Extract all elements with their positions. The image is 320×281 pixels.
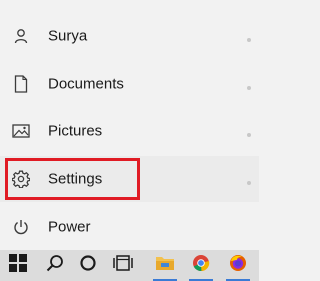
menu-item-label: Surya (48, 27, 88, 45)
menu-item-user-account[interactable]: Surya (0, 13, 259, 59)
document-icon (10, 73, 32, 95)
taskbar-chrome[interactable] (183, 250, 219, 281)
cortana-button[interactable] (70, 250, 106, 281)
menu-item-label: Pictures (48, 122, 103, 140)
menu-item-pictures[interactable]: Pictures (0, 108, 259, 154)
menu-item-label: Documents (48, 75, 124, 93)
task-view-button[interactable] (105, 250, 141, 281)
taskbar (0, 250, 259, 281)
start-button[interactable] (0, 250, 36, 281)
menu-item-power[interactable]: Power (0, 204, 259, 250)
user-icon (10, 25, 32, 47)
firefox-icon (229, 254, 247, 277)
taskbar-firefox[interactable] (220, 250, 256, 281)
chrome-icon (192, 254, 210, 277)
start-menu-screenshot: Surya Documents Pictures Settings Power (0, 0, 259, 281)
scrollbar-track[interactable] (247, 20, 253, 240)
gear-icon (10, 168, 32, 190)
menu-item-settings[interactable]: Settings (0, 156, 259, 202)
menu-item-documents[interactable]: Documents (0, 61, 259, 107)
windows-start-icon (9, 254, 27, 277)
pictures-icon (10, 120, 32, 142)
menu-item-label: Power (48, 218, 91, 236)
start-menu-left-rail: Surya Documents Pictures Settings Power (0, 0, 259, 250)
power-icon (10, 216, 32, 238)
search-icon (46, 254, 64, 277)
cortana-icon (79, 254, 97, 277)
taskbar-search-button[interactable] (37, 250, 73, 281)
menu-item-label: Settings (48, 170, 103, 188)
file-explorer-icon (155, 254, 175, 277)
taskbar-file-explorer[interactable] (147, 250, 183, 281)
task-view-icon (113, 254, 133, 277)
